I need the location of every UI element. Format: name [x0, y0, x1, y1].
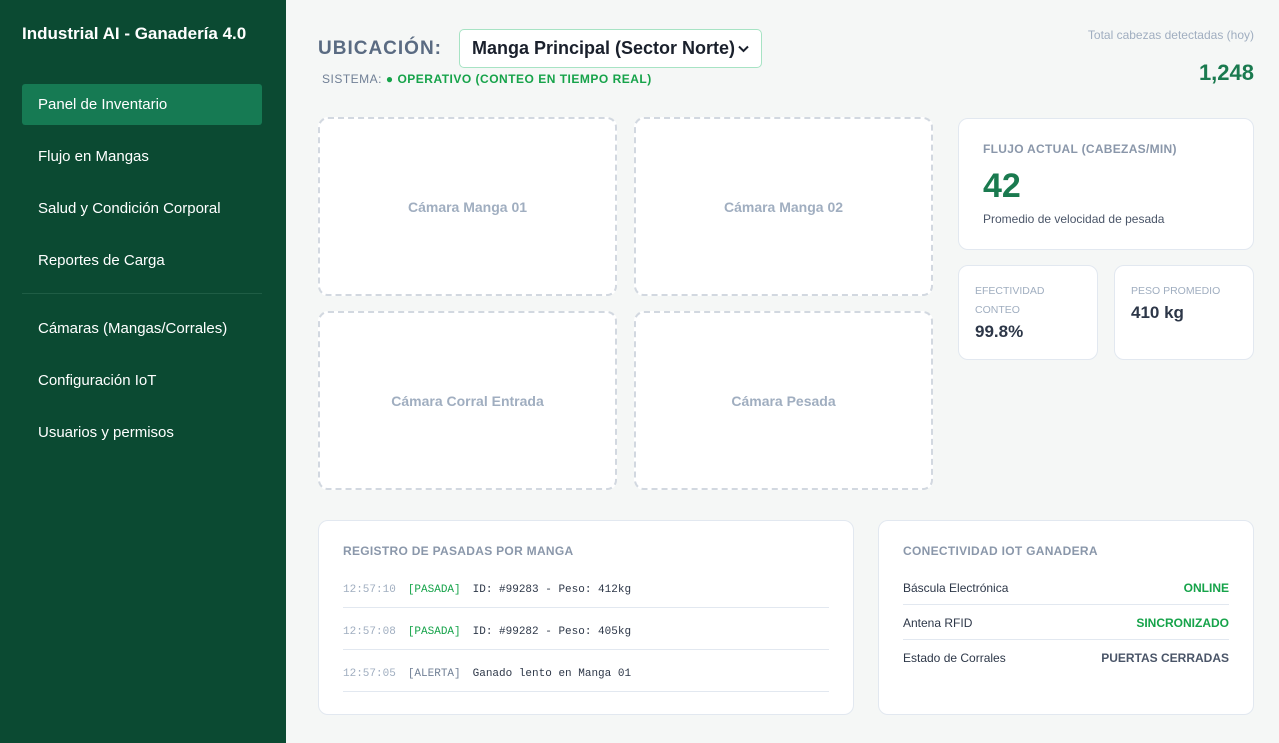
log-entry: 12:57:10 [PASADA] ID: #99283 - Peso: 412kg	[343, 584, 631, 596]
weight-value: 410 kg	[1131, 303, 1184, 322]
sidebar-item-flujo-mangas[interactable]: Flujo en Mangas	[22, 136, 262, 177]
log-text: Ganado lento en Manga 01	[472, 668, 632, 680]
camera-pesada[interactable]: Cámara Pesada	[634, 311, 933, 490]
sidebar-item-panel-inventario[interactable]: Panel de Inventario	[22, 84, 262, 125]
flow-card: FLUJO ACTUAL (CABEZAS/MIN) 42 Promedio d…	[958, 118, 1254, 250]
camera-label: Cámara Manga 01	[407, 198, 528, 215]
log-title: REGISTRO DE PASADAS POR MANGA	[343, 544, 574, 558]
log-entry: 12:57:05 [ALERTA] Ganado lento en Manga 01	[343, 668, 631, 680]
iot-label: Báscula Electrónica	[903, 581, 1009, 595]
total-heads-value: 1,248	[1198, 60, 1254, 85]
sidebar-divider	[22, 293, 262, 294]
flow-value: 42	[983, 167, 1021, 205]
location-select[interactable]: Manga Principal (Sector Norte)	[459, 29, 762, 68]
effectiveness-title: EFECTIVIDAD CONTEO	[975, 285, 1045, 316]
log-time: 12:57:05	[343, 668, 396, 680]
camera-manga-02[interactable]: Cámara Manga 02	[634, 117, 933, 296]
log-text: ID: #99282 - Peso: 405kg	[472, 626, 632, 638]
effectiveness-card: EFECTIVIDAD CONTEO 99.8%	[958, 265, 1098, 360]
iot-divider	[903, 639, 1229, 640]
iot-connectivity-card: CONECTIVIDAD IOT GANADERA Báscula Electr…	[878, 520, 1254, 715]
location-label: UBICACIÓN:	[318, 38, 442, 59]
sidebar-item-salud[interactable]: Salud y Condición Corporal	[22, 188, 262, 229]
sidebar-item-usuarios[interactable]: Usuarios y permisos	[22, 412, 262, 453]
iot-row-bascula: Báscula Electrónica ONLINE	[903, 581, 1229, 595]
system-status: ● OPERATIVO (CONTEO EN TIEMPO REAL)	[385, 72, 652, 86]
iot-row-rfid: Antena RFID SINCRONIZADO	[903, 616, 1229, 630]
passes-log-card: REGISTRO DE PASADAS POR MANGA 12:57:10 [P…	[318, 520, 854, 715]
sidebar-item-reportes[interactable]: Reportes de Carga	[22, 240, 262, 281]
flow-title: FLUJO ACTUAL (CABEZAS/MIN)	[983, 142, 1177, 156]
iot-divider	[903, 604, 1229, 605]
iot-status: ONLINE	[1183, 581, 1229, 595]
iot-row-corrales: Estado de Corrales PUERTAS CERRADAS	[903, 651, 1229, 665]
app-brand: Industrial AI - Ganadería 4.0	[22, 24, 247, 43]
sidebar-item-configuracion-iot[interactable]: Configuración IoT	[22, 360, 262, 401]
chevron-down-icon	[738, 42, 749, 56]
log-time: 12:57:10	[343, 584, 396, 596]
log-tag: [ALERTA]	[407, 668, 461, 680]
log-divider	[343, 691, 829, 692]
log-entry: 12:57:08 [PASADA] ID: #99282 - Peso: 405kg	[343, 626, 631, 638]
system-status-line: SISTEMA: ● OPERATIVO (CONTEO EN TIEMPO R…	[322, 72, 652, 86]
iot-title: CONECTIVIDAD IOT GANADERA	[903, 544, 1098, 558]
total-heads-label: Total cabezas detectadas (hoy)	[1087, 28, 1254, 42]
log-divider	[343, 649, 829, 650]
camera-label: Cámara Manga 02	[723, 198, 844, 215]
weight-card: PESO PROMEDIO 410 kg	[1114, 265, 1254, 360]
flow-subtitle: Promedio de velocidad de pesada	[983, 212, 1165, 226]
sidebar: Industrial AI - Ganadería 4.0 Panel de I…	[0, 0, 286, 743]
location-selected-value: Manga Principal (Sector Norte)	[472, 38, 736, 58]
effectiveness-value: 99.8%	[975, 322, 1024, 341]
log-tag: [PASADA]	[407, 626, 461, 638]
iot-status: PUERTAS CERRADAS	[1101, 651, 1229, 665]
log-tag: [PASADA]	[407, 584, 461, 596]
iot-label: Antena RFID	[903, 616, 973, 630]
log-text: ID: #99283 - Peso: 412kg	[472, 584, 632, 596]
system-prefix: SISTEMA:	[322, 72, 383, 86]
log-time: 12:57:08	[343, 626, 396, 638]
camera-manga-01[interactable]: Cámara Manga 01	[318, 117, 617, 296]
log-divider	[343, 607, 829, 608]
iot-status: SINCRONIZADO	[1136, 616, 1229, 630]
iot-label: Estado de Corrales	[903, 651, 1006, 665]
camera-corral-entrada[interactable]: Cámara Corral Entrada	[318, 311, 617, 490]
camera-label: Cámara Pesada	[731, 392, 836, 409]
weight-title: PESO PROMEDIO	[1131, 285, 1221, 297]
camera-label: Cámara Corral Entrada	[391, 392, 544, 409]
sidebar-item-camaras[interactable]: Cámaras (Mangas/Corrales)	[22, 308, 262, 349]
